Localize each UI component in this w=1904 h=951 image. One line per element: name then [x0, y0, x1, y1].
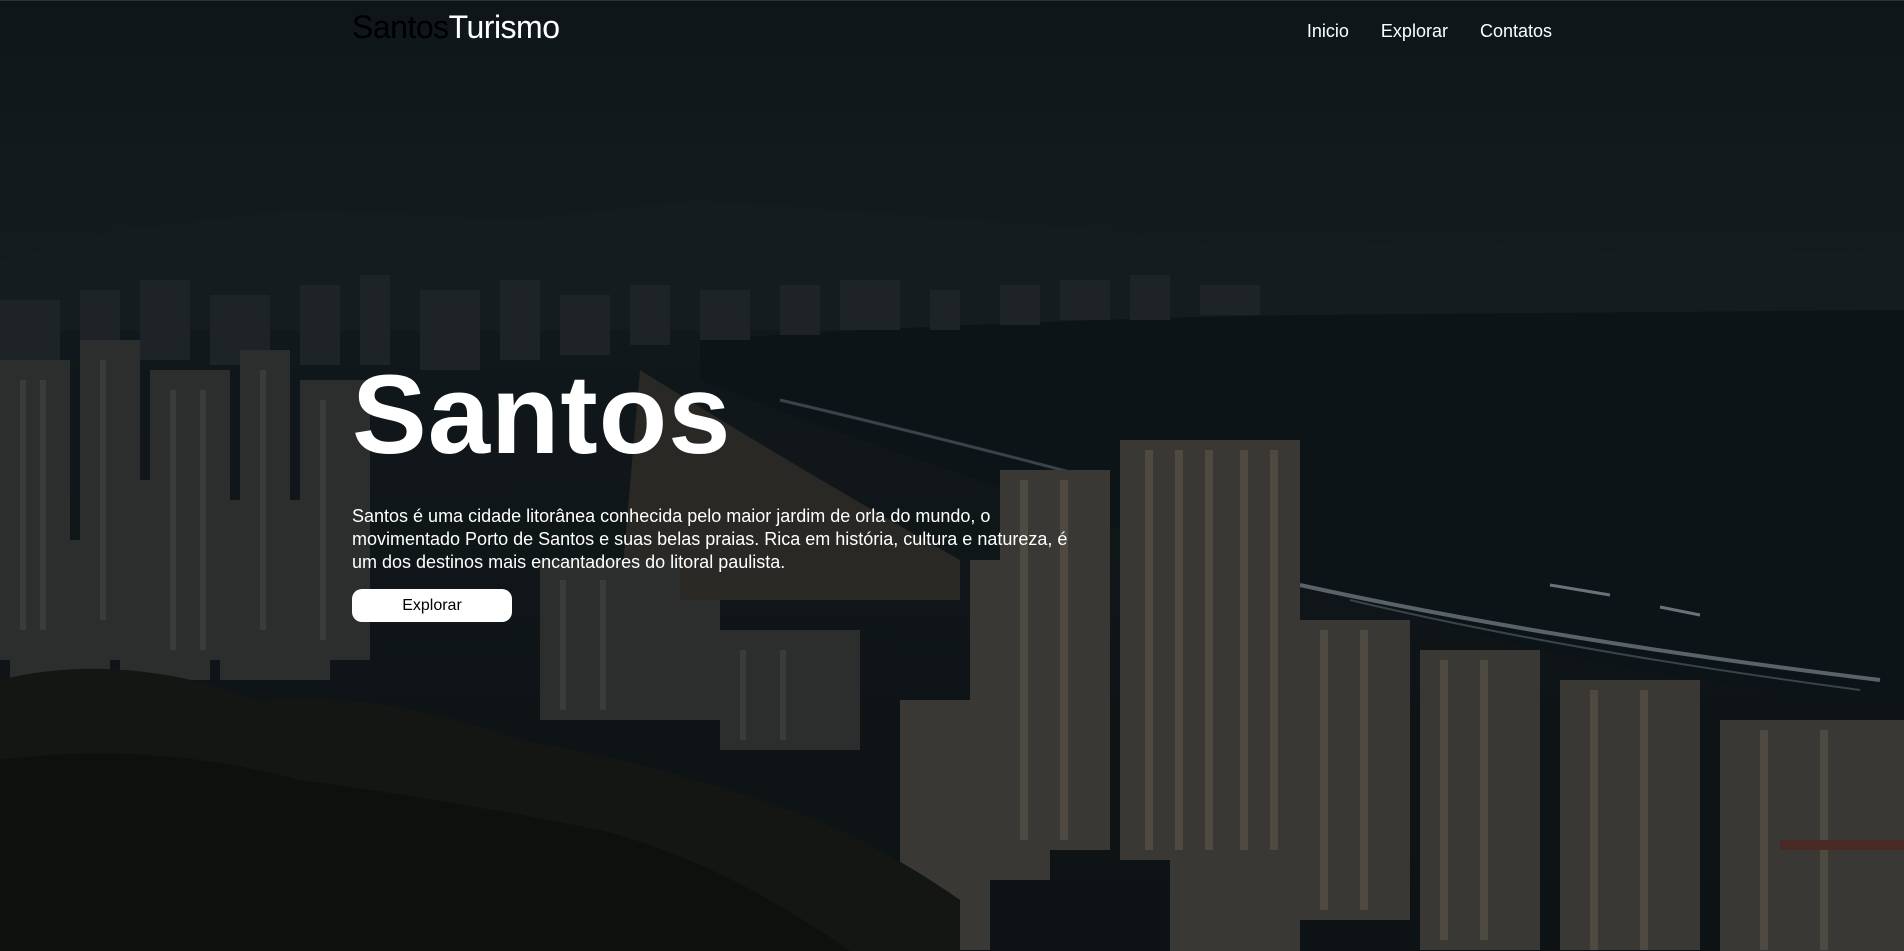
- logo-text-santos: Santos: [352, 9, 449, 45]
- explorar-button[interactable]: Explorar: [352, 589, 512, 622]
- nav-link-inicio[interactable]: Inicio: [1307, 21, 1349, 42]
- hero-content: Santos Santos é uma cidade litorânea con…: [352, 355, 1072, 622]
- nav-link-explorar[interactable]: Explorar: [1381, 21, 1448, 42]
- logo-text-turismo: Turismo: [448, 9, 560, 45]
- hero-description: Santos é uma cidade litorânea conhecida …: [352, 506, 1068, 572]
- site-logo[interactable]: SantosTurismo: [352, 9, 560, 46]
- nav-link-contatos[interactable]: Contatos: [1480, 21, 1552, 42]
- hero-section: SantosTurismo Inicio Explorar Contatos S…: [0, 0, 1904, 951]
- main-nav: Inicio Explorar Contatos: [1307, 21, 1552, 42]
- top-navigation-bar: SantosTurismo Inicio Explorar Contatos: [0, 0, 1904, 61]
- hero-title: Santos: [352, 352, 732, 477]
